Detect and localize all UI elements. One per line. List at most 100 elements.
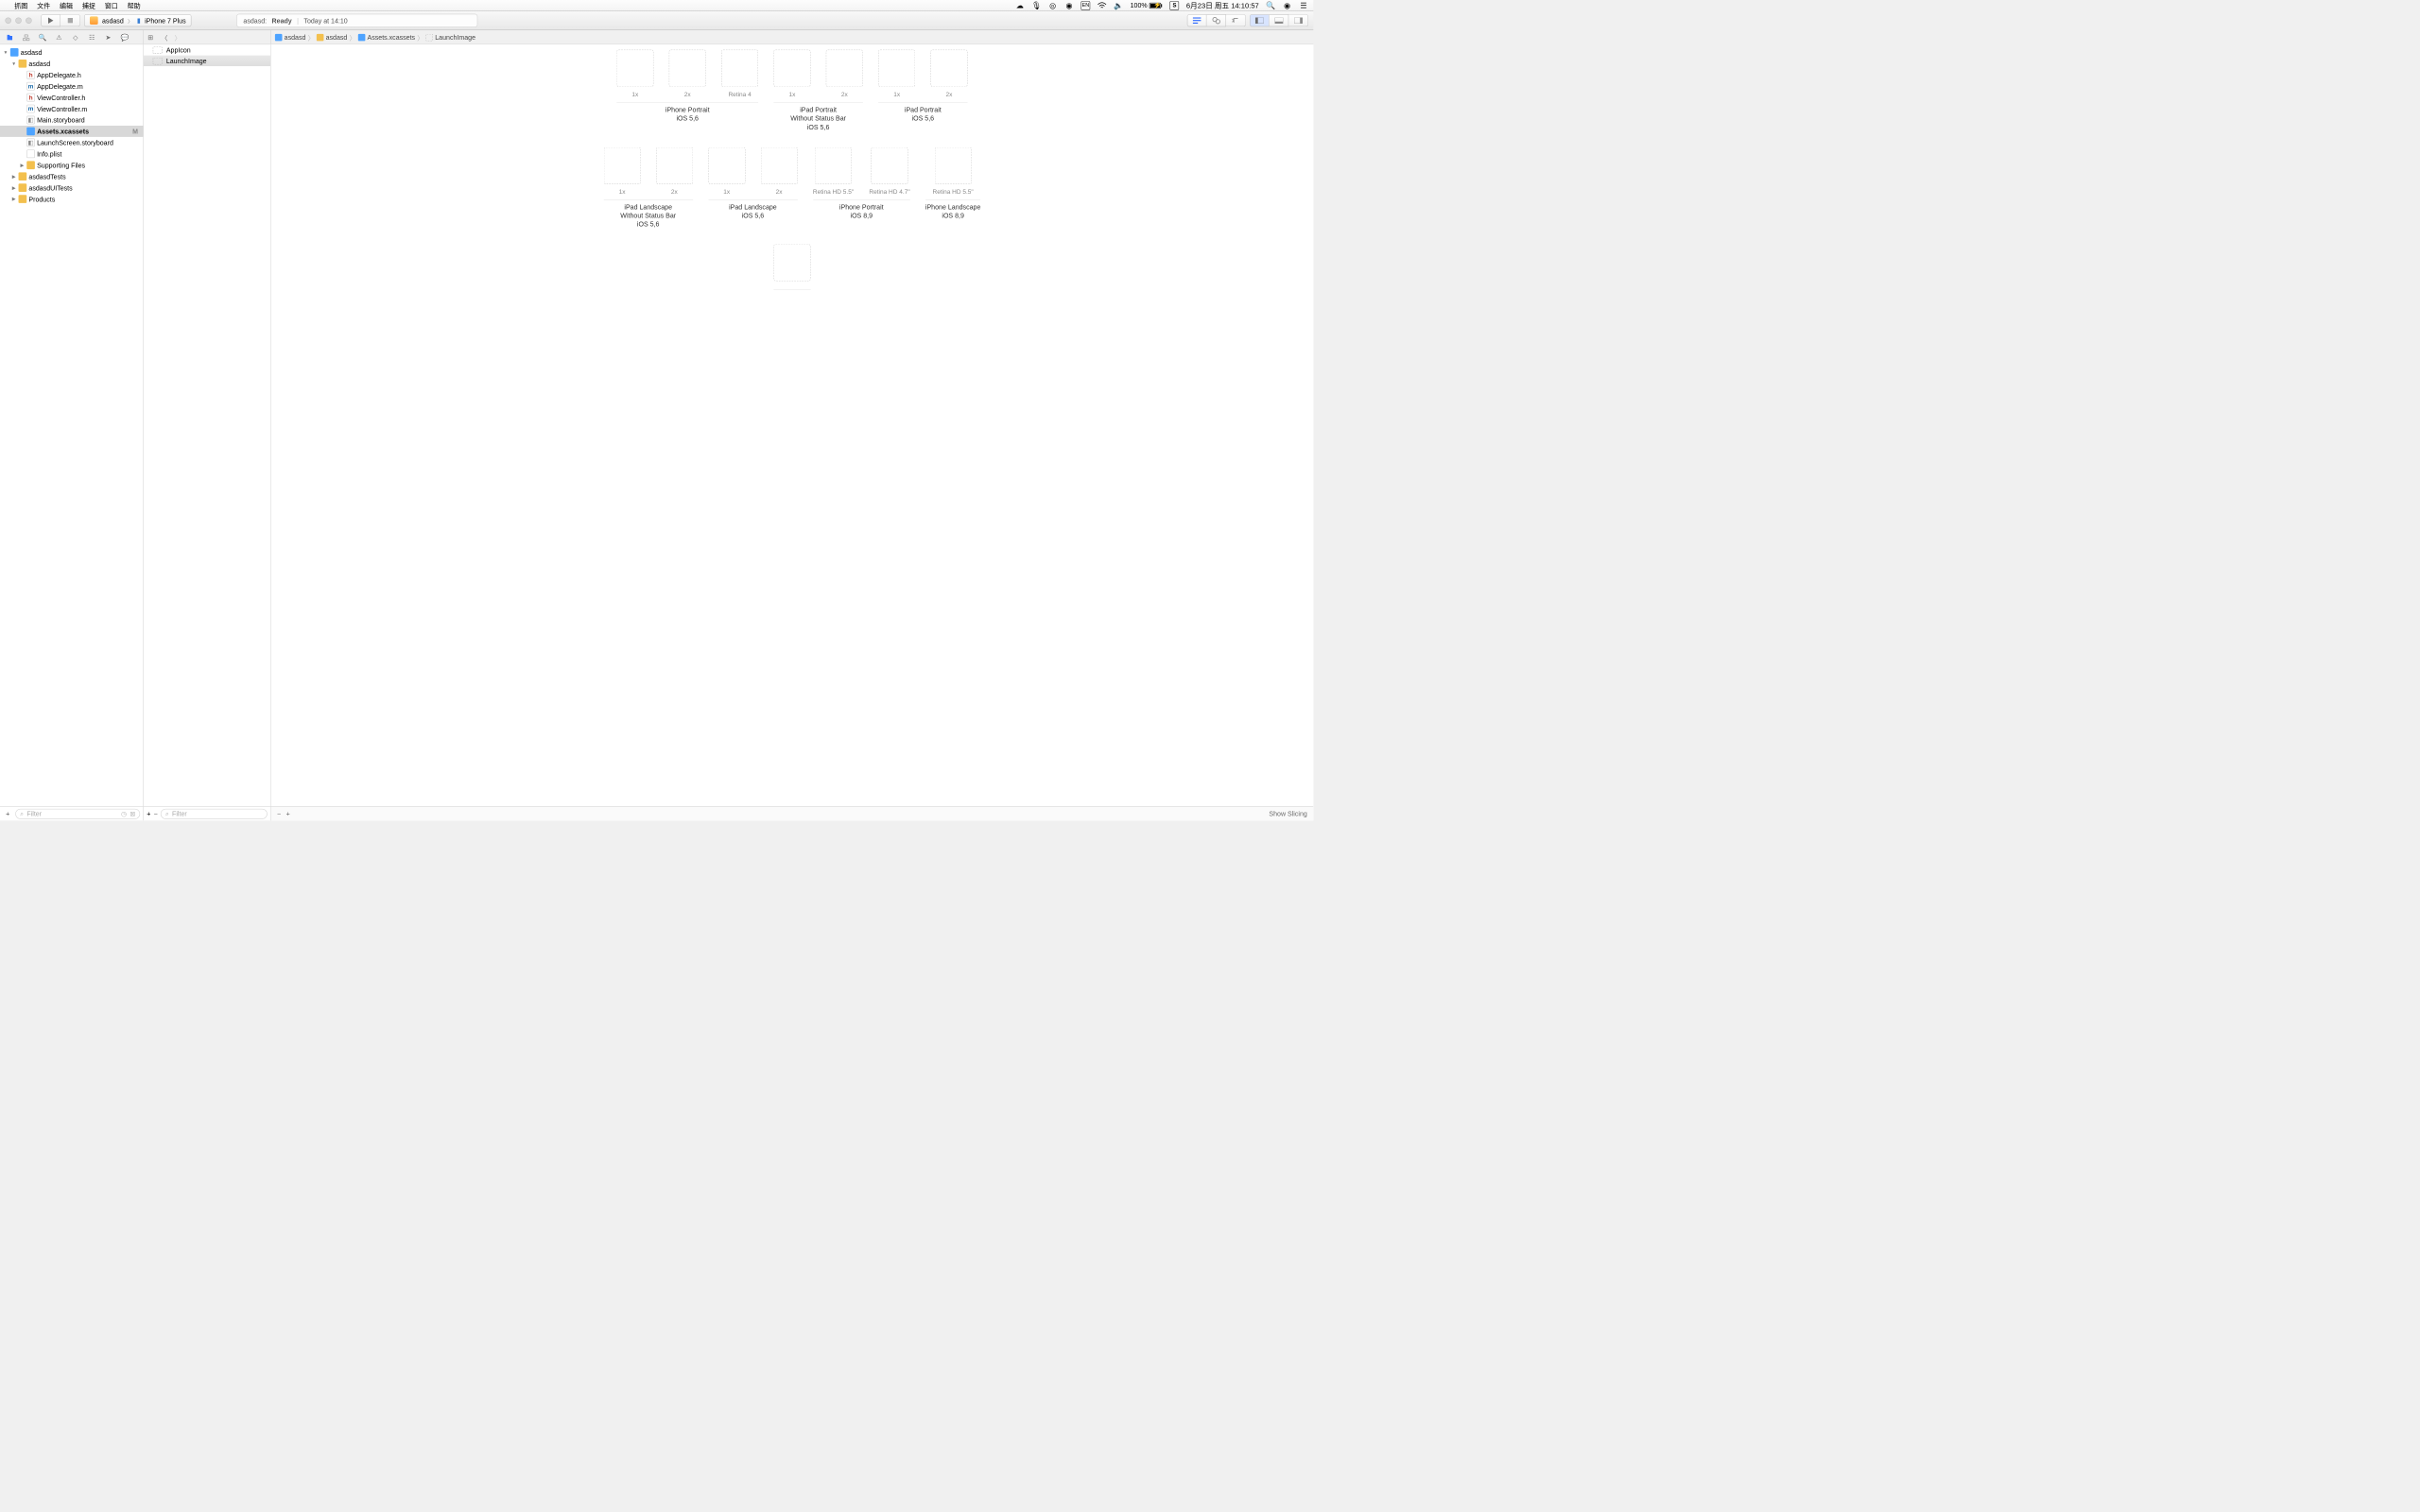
file-tree-row[interactable]: Assets.xcassets M [0,126,143,137]
breadcrumb-item[interactable]: asdasd [275,33,306,41]
breadcrumb-item[interactable]: Assets.xcassets [358,33,415,41]
file-tree-row[interactable]: ◧ Main.storyboard [0,114,143,126]
safari-icon[interactable]: ◉ [1064,1,1074,10]
image-well[interactable] [669,50,706,87]
report-navigator-icon[interactable]: 💬 [120,32,130,42]
image-well[interactable] [656,147,693,184]
file-tree-row[interactable]: h AppDelegate.h [0,69,143,80]
image-well[interactable] [721,50,758,87]
menu-help[interactable]: 帮助 [128,1,141,10]
file-tree-row[interactable]: ▶ Supporting Files [0,160,143,171]
zoom-in-button[interactable]: + [286,810,290,817]
project-navigator-icon[interactable] [5,32,14,42]
test-navigator-icon[interactable]: ◇ [71,32,80,42]
add-asset-button[interactable]: + [147,810,150,817]
breadcrumb-item[interactable]: asdasd [317,33,348,41]
wechat-icon[interactable]: ☁︎ [1015,1,1025,10]
source-control-navigator-icon[interactable] [22,32,31,42]
image-well[interactable] [935,147,972,184]
breadcrumb-item[interactable]: LaunchImage [425,33,475,41]
file-tree-row[interactable]: ◧ LaunchScreen.storyboard [0,137,143,148]
sogou-icon[interactable]: S [1170,1,1180,10]
scheme-selector[interactable]: asdasd 〉 ▮ iPhone 7 Plus [84,14,192,26]
menu-window[interactable]: 窗口 [105,1,118,10]
disclosure-icon[interactable]: ▶ [20,163,25,168]
image-well[interactable] [871,147,908,184]
image-slot[interactable] [773,245,810,285]
file-tree-row[interactable]: h ViewController.h [0,92,143,103]
disclosure-icon[interactable]: ▶ [11,185,16,191]
siri-icon[interactable]: ◉ [1283,1,1292,10]
navigator-filter-field[interactable]: ⌕ Filter ◷ ⊠ [15,809,140,819]
image-slot[interactable]: 2x [930,50,967,98]
image-slot[interactable]: 2x [669,50,706,98]
grid-view-icon[interactable]: ⊞ [147,33,156,42]
image-well[interactable] [930,50,967,87]
image-slot[interactable]: 1x [708,147,745,196]
volume-icon[interactable]: 🔈 [1114,1,1123,10]
stop-button[interactable] [60,14,80,26]
image-well[interactable] [708,147,745,184]
standard-editor-button[interactable] [1187,14,1207,26]
image-slot[interactable]: 1x [616,50,653,98]
remove-asset-button[interactable]: − [154,810,158,817]
find-navigator-icon[interactable]: 🔍 [38,32,47,42]
file-tree-row[interactable]: ▶ asdasdUITests [0,182,143,194]
disclosure-icon[interactable]: ▼ [11,61,16,66]
file-tree-row[interactable]: m ViewController.m [0,103,143,114]
image-slot[interactable]: Retina HD 4.7" [869,147,909,196]
file-tree-row[interactable]: m AppDelegate.m [0,80,143,92]
image-slot[interactable]: 2x [761,147,798,196]
file-tree-row[interactable]: ▶ Products [0,194,143,205]
assistant-editor-button[interactable] [1206,14,1226,26]
toggle-debug-button[interactable] [1270,14,1289,26]
image-well[interactable] [773,245,810,282]
file-tree-row[interactable]: ▼ asdasd [0,46,143,58]
asset-row[interactable]: LaunchImage [144,56,270,66]
back-icon[interactable]: 〈 [161,32,169,42]
run-button[interactable] [41,14,60,26]
image-well[interactable] [616,50,653,87]
add-button[interactable]: + [3,810,12,817]
menu-app[interactable]: 抓图 [14,1,27,10]
menu-capture[interactable]: 捕捉 [82,1,95,10]
zoom-out-button[interactable]: − [277,810,281,817]
close-window-button[interactable] [5,17,11,24]
scm-filter-icon[interactable]: ⊠ [130,810,135,818]
image-well[interactable] [878,50,915,87]
forward-icon[interactable]: 〉 [175,32,183,42]
file-tree-row[interactable]: ▶ asdasdTests [0,171,143,182]
search-status-icon[interactable]: ◎ [1048,1,1058,10]
menu-edit[interactable]: 编辑 [60,1,73,10]
file-tree-row[interactable]: Info.plist [0,148,143,160]
spotlight-icon[interactable]: 🔍 [1266,1,1275,10]
asset-row[interactable]: AppIcon [144,44,270,55]
image-slot[interactable]: 2x [656,147,693,196]
version-editor-button[interactable] [1226,14,1246,26]
image-well[interactable] [603,147,640,184]
image-slot[interactable]: 1x [603,147,640,196]
image-well[interactable] [761,147,798,184]
clock[interactable]: 6月23日 周五 14:10:57 [1186,0,1259,10]
breakpoint-navigator-icon[interactable]: ➤ [104,32,113,42]
image-slot[interactable]: Retina HD 5.5" [933,147,974,196]
image-slot[interactable]: Retina HD 5.5" [813,147,854,196]
outline-filter-field[interactable]: ⌕ Filter [161,809,268,819]
image-slot[interactable]: 1x [878,50,915,98]
debug-navigator-icon[interactable]: ☷ [87,32,96,42]
input-source-icon[interactable]: EN [1081,1,1091,10]
toggle-navigator-button[interactable] [1250,14,1270,26]
disclosure-icon[interactable]: ▶ [11,197,16,202]
disclosure-icon[interactable]: ▼ [3,50,8,55]
menu-file[interactable]: 文件 [37,1,50,10]
toggle-utilities-button[interactable] [1288,14,1308,26]
notification-center-icon[interactable]: ☰ [1299,1,1308,10]
image-well[interactable] [815,147,852,184]
minimize-window-button[interactable] [15,17,22,24]
disclosure-icon[interactable]: ▶ [11,174,16,180]
image-slot[interactable]: Retina 4 [721,50,758,98]
file-tree-row[interactable]: ▼ asdasd [0,58,143,69]
battery-status[interactable]: 100% ⚡ [1131,2,1163,9]
mic-icon[interactable]: 🎙 [1031,1,1041,10]
recent-icon[interactable]: ◷ [121,810,127,818]
